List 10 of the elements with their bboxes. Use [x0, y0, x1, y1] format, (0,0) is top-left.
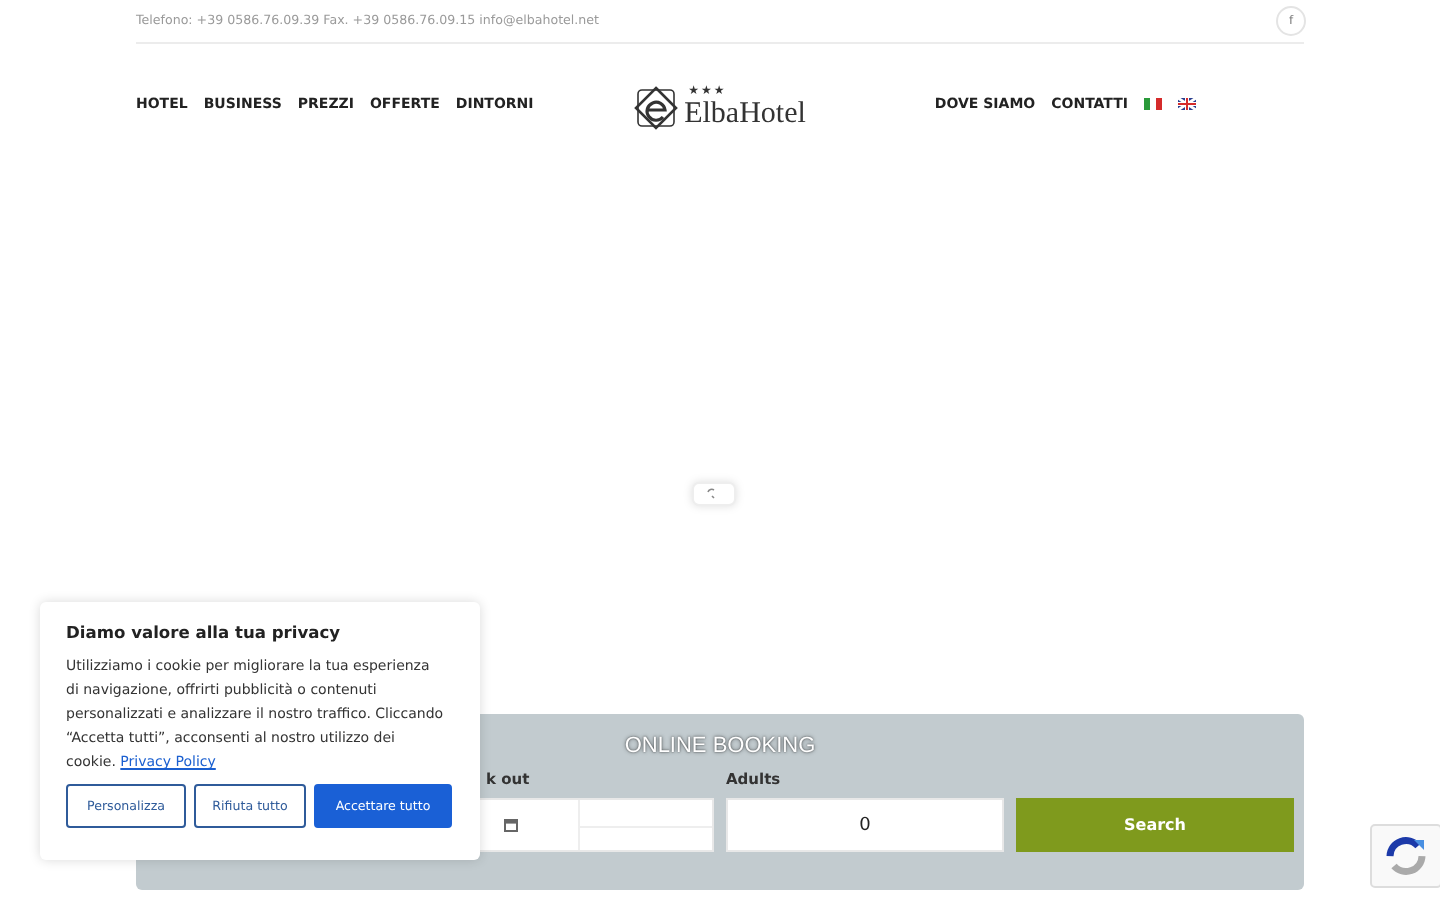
adults-field[interactable]: 0 [726, 798, 1004, 852]
logo-emblem-icon [634, 86, 679, 130]
hotel-logo-text: ElbaHotel [684, 98, 806, 130]
uk-flag-icon[interactable] [1178, 98, 1196, 110]
calendar-icon [504, 818, 518, 832]
italian-flag-icon[interactable] [1144, 98, 1162, 110]
loading-icon [692, 482, 736, 506]
banner-title: Diamo valore alla tua privacy [66, 622, 343, 642]
booking-title: ONLINE BOOKING [624, 732, 816, 762]
recaptcha-icon[interactable] [1370, 824, 1440, 888]
